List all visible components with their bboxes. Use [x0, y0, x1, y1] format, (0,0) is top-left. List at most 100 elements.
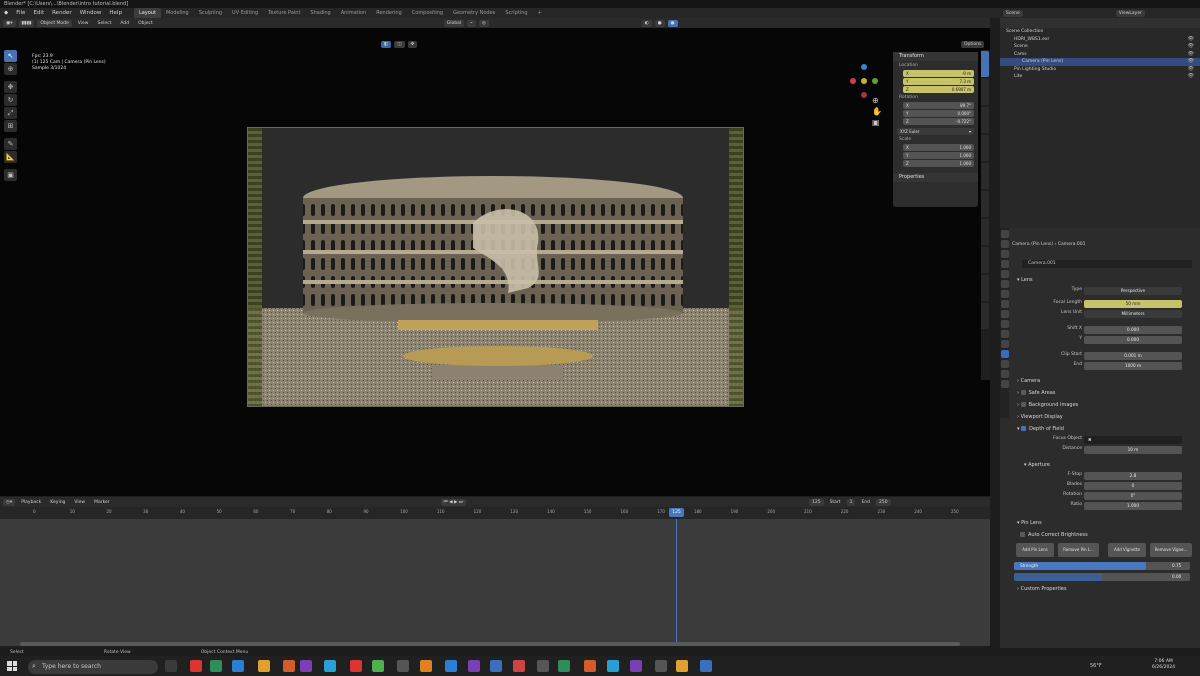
taskbar-app-icon[interactable] — [607, 660, 619, 672]
aperture-rotation-field[interactable]: 0° — [1084, 492, 1182, 500]
visibility-eye-icon[interactable]: 👁 — [1188, 43, 1194, 51]
camera-section[interactable]: › Camera — [1000, 375, 1200, 387]
timeline-editor-type-icon[interactable]: ◷▾ — [3, 498, 16, 506]
zoom-icon[interactable]: ⊕ — [872, 95, 882, 106]
clip-end-field[interactable]: 1000 m — [1084, 362, 1182, 370]
tab-animation[interactable]: Animation — [336, 8, 372, 18]
gizmo-icon[interactable]: ✥ — [407, 41, 418, 48]
scale-z-field[interactable]: Z 1.000 — [903, 160, 974, 167]
taskbar-app-icon[interactable] — [700, 660, 712, 672]
second-slider[interactable] — [1014, 573, 1190, 581]
camera-datablock-field[interactable]: Camera.001 — [1022, 260, 1192, 268]
menu-window[interactable]: Window — [76, 8, 106, 18]
properties-tab-icon[interactable] — [1000, 230, 1009, 238]
focus-object-field[interactable]: ✖ — [1084, 436, 1182, 444]
remove-pin-lens-button[interactable]: Remove Pin L... — [1058, 543, 1099, 557]
tab-modeling[interactable]: Modeling — [161, 8, 194, 18]
visibility-eye-icon[interactable]: 👁 — [1188, 66, 1194, 74]
outliner-item[interactable]: Lite 👁 — [1000, 73, 1200, 81]
sidebar-tab-addon-1[interactable] — [981, 135, 989, 161]
visibility-eye-icon[interactable]: 👁 — [1188, 36, 1194, 44]
outliner-item[interactable]: Pin Lighting Studio 👁 — [1000, 66, 1200, 74]
select-box-icon[interactable]: ↖ — [4, 50, 17, 62]
pan-hand-icon[interactable]: ✋ — [872, 106, 882, 117]
location-x-field[interactable]: X -9 m — [903, 70, 974, 77]
tab-scripting[interactable]: Scripting — [500, 8, 532, 18]
outliner-item[interactable]: HDRI_WBS1.exr 👁 — [1000, 36, 1200, 44]
menu-playback[interactable]: Playback — [18, 499, 44, 506]
rotation-mode-dropdown[interactable]: XYZ Euler ▾ — [897, 128, 974, 135]
sidebar-tab-view[interactable] — [981, 107, 989, 133]
properties-tab-icon[interactable] — [1000, 240, 1009, 248]
menu-help[interactable]: Help — [105, 8, 126, 18]
properties-panel-title[interactable]: Properties — [893, 173, 978, 182]
overlay-icon[interactable]: ◐ — [641, 19, 652, 27]
taskbar-app-icon[interactable] — [190, 660, 202, 672]
blender-logo-icon[interactable]: ◆ — [0, 8, 12, 18]
taskbar-app-icon[interactable] — [630, 660, 642, 672]
object-type-visibility-icon[interactable]: ◫ — [394, 41, 405, 48]
timeline-ruler[interactable]: 0 10 20 30 40 50 60 70 80 90 100 110 120 130 140 150 160… — [0, 507, 990, 519]
timeline-scrollbar[interactable] — [20, 642, 960, 646]
taskbar-app-icon[interactable] — [210, 660, 222, 672]
sidebar-tab-addon-6[interactable] — [981, 275, 989, 301]
view-layer-selector[interactable]: ViewLayer — [1115, 9, 1145, 17]
sidebar-tab-tool[interactable] — [981, 79, 989, 105]
taskbar-app-icon[interactable] — [513, 660, 525, 672]
add-pin-lens-button[interactable]: Add Pin Lens — [1016, 543, 1054, 557]
menu-keying[interactable]: Keying — [47, 499, 68, 506]
transform-icon[interactable]: ⊞ — [4, 120, 17, 132]
taskbar-app-icon[interactable] — [558, 660, 570, 672]
camera-render-view[interactable] — [247, 127, 744, 407]
tab-sculpting[interactable]: Sculpting — [194, 8, 227, 18]
location-z-field[interactable]: Z 0.6907 m — [903, 86, 974, 93]
distance-field[interactable]: 10 m — [1084, 446, 1182, 454]
taskbar-app-icon[interactable] — [584, 660, 596, 672]
gizmo-z-axis[interactable] — [861, 64, 867, 70]
transform-orientation-dropdown[interactable]: Global — [443, 19, 465, 27]
measure-icon[interactable]: 📐 — [4, 151, 17, 163]
taskbar-app-icon[interactable] — [490, 660, 502, 672]
sidebar-tab-addon-4[interactable] — [981, 219, 989, 245]
menu-render[interactable]: Render — [48, 8, 76, 18]
shift-x-field[interactable]: 0.000 — [1084, 326, 1182, 334]
properties-tab-icon[interactable] — [1000, 250, 1009, 258]
end-frame-field[interactable]: 250 — [876, 498, 891, 506]
taskbar-app-icon[interactable] — [165, 660, 177, 672]
menu-edit[interactable]: Edit — [29, 8, 48, 18]
visibility-eye-icon[interactable]: 👁 — [1188, 51, 1194, 59]
tab-geometry-nodes[interactable]: Geometry Nodes — [448, 8, 500, 18]
tab-uv-editing[interactable]: UV Editing — [227, 8, 263, 18]
tab-compositing[interactable]: Compositing — [407, 8, 448, 18]
taskbar-app-icon[interactable] — [676, 660, 688, 672]
taskbar-app-icon[interactable] — [397, 660, 409, 672]
start-frame-field[interactable]: 1 — [846, 498, 856, 506]
camera-view-icon[interactable]: ◧ — [381, 41, 392, 48]
strength-slider[interactable] — [1014, 562, 1190, 570]
tab-texture-paint[interactable]: Texture Paint — [263, 8, 305, 18]
menu-add[interactable]: Add — [117, 20, 132, 27]
aperture-section[interactable]: ▾ Aperture — [1000, 459, 1200, 471]
blades-field[interactable]: 0 — [1084, 482, 1182, 490]
scale-x-field[interactable]: X 1.000 — [903, 144, 974, 151]
rotation-y-field[interactable]: Y 0.000° — [903, 110, 974, 117]
menu-view[interactable]: View — [75, 20, 92, 27]
playhead-frame[interactable]: 125 — [669, 508, 684, 517]
sidebar-tab-addon-2[interactable] — [981, 163, 989, 189]
shading-solid-icon[interactable]: ● — [654, 19, 665, 27]
lens-unit-dropdown[interactable]: Millimeters — [1084, 310, 1182, 318]
fstop-field[interactable]: 2.8 — [1084, 472, 1182, 480]
gizmo-neg-x-axis[interactable] — [861, 92, 867, 98]
editor-type-button[interactable]: ▣▾ — [3, 19, 16, 27]
focal-length-field[interactable]: 50 mm — [1084, 300, 1182, 308]
gizmo-x-axis[interactable] — [850, 78, 856, 84]
menu-select[interactable]: Select — [94, 20, 114, 27]
shift-y-field[interactable]: 0.000 — [1084, 336, 1182, 344]
ratio-field[interactable]: 1.000 — [1084, 502, 1182, 510]
outliner-item[interactable]: Scene 👁 — [1000, 43, 1200, 51]
location-y-field[interactable]: Y 7.3 m — [903, 78, 974, 85]
depth-of-field-section[interactable]: ▾ Depth of Field — [1000, 423, 1200, 435]
safe-areas-section[interactable]: › Safe Areas — [1000, 387, 1200, 399]
shading-rendered-icon[interactable]: ● — [667, 19, 678, 27]
taskbar-app-icon[interactable] — [537, 660, 549, 672]
